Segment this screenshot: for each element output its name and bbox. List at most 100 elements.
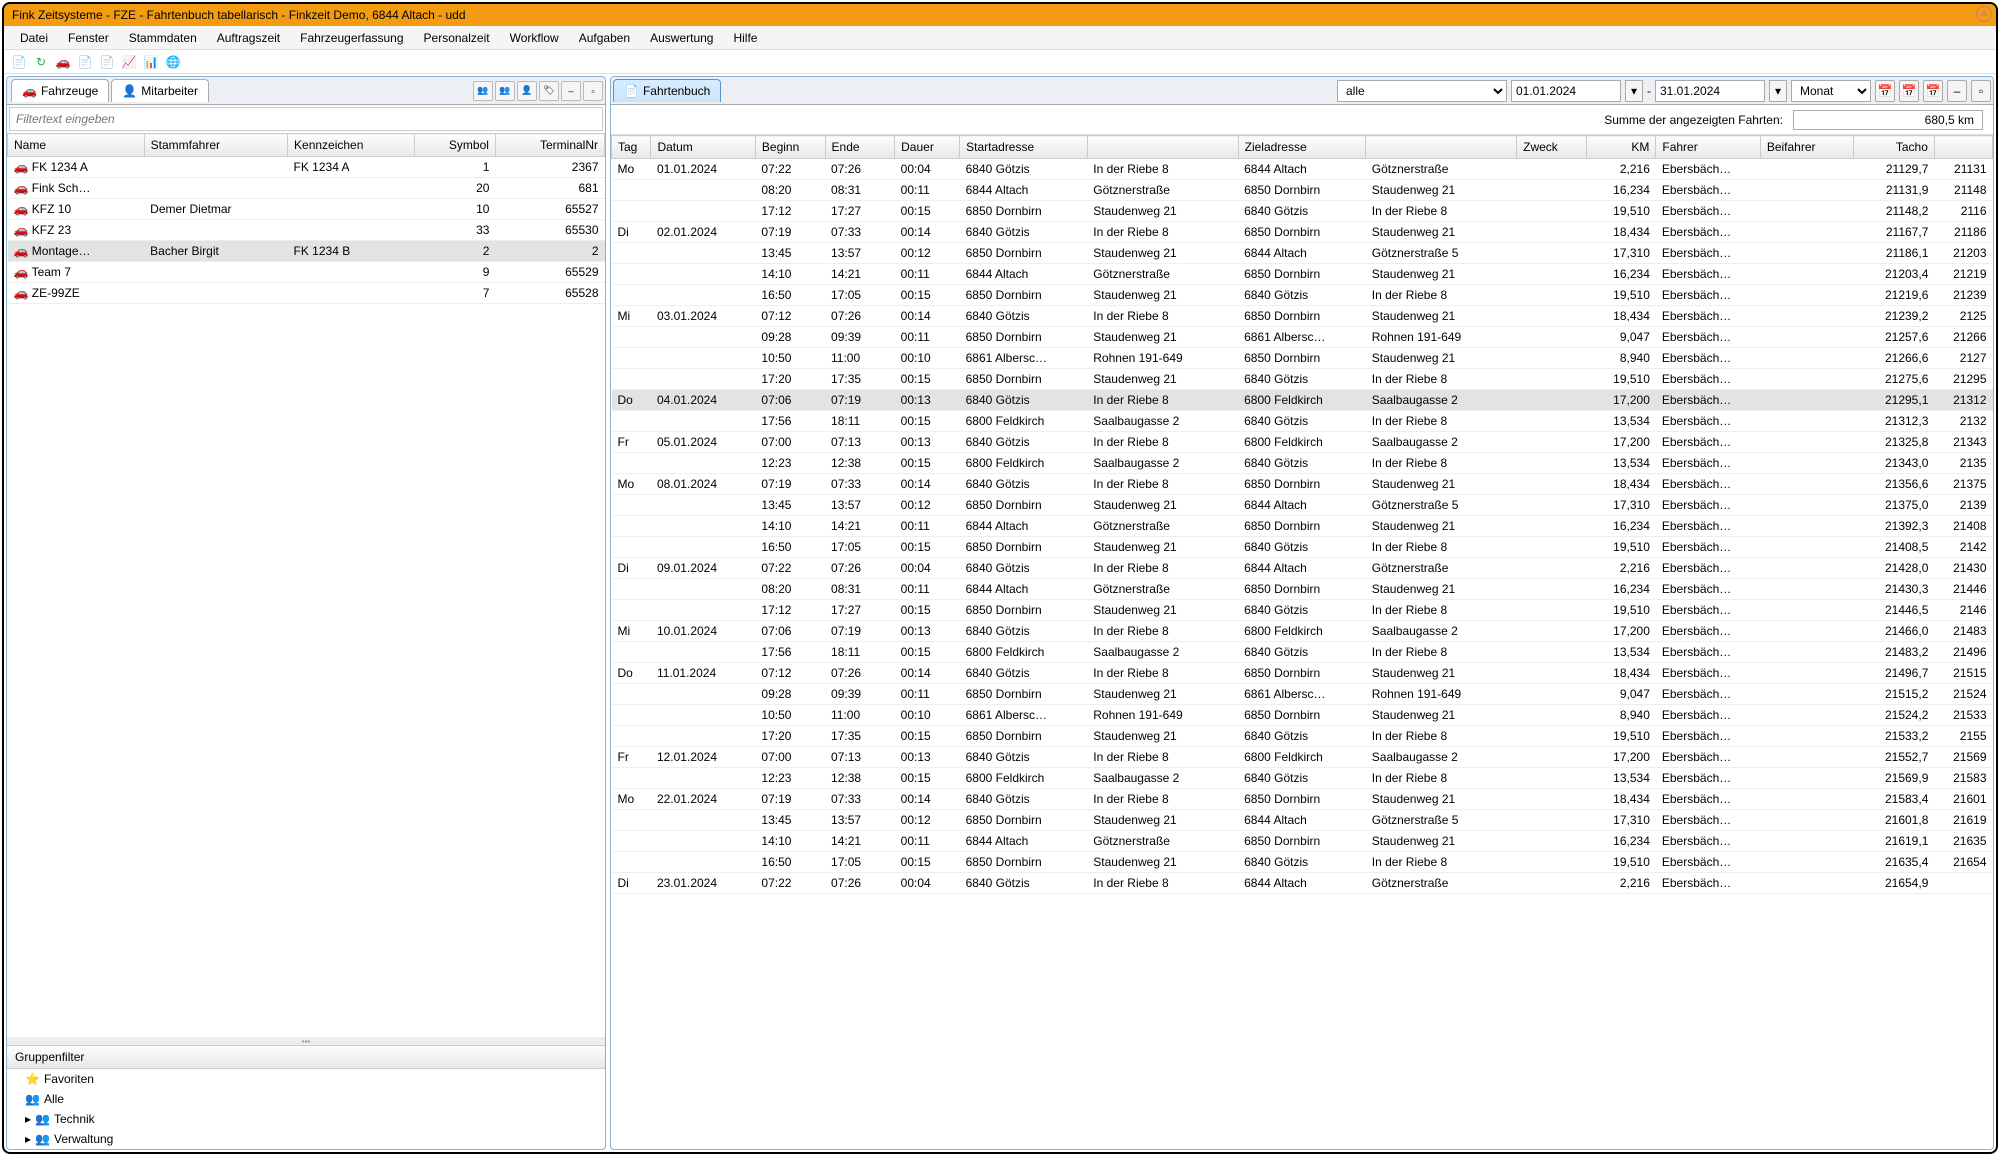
group-verwaltung[interactable]: ▸ 👥 Verwaltung xyxy=(7,1129,605,1149)
graph-icon[interactable]: 📈 xyxy=(120,53,138,71)
menu-auswertung[interactable]: Auswertung xyxy=(640,28,723,48)
trip-row[interactable]: 10:5011:0000:106861 Albersc…Rohnen 191-6… xyxy=(612,705,1993,726)
vehicle-row[interactable]: 🚗 FK 1234 AFK 1234 A12367 xyxy=(8,157,605,178)
menu-hilfe[interactable]: Hilfe xyxy=(723,28,767,48)
trip-col-0[interactable]: Tag xyxy=(612,136,651,159)
period-select[interactable]: Monat xyxy=(1791,80,1871,102)
trip-row[interactable]: 14:1014:2100:116844 AltachGötznerstraße6… xyxy=(612,831,1993,852)
col-Stammfahrer[interactable]: Stammfahrer xyxy=(144,134,287,157)
vehicle-row[interactable]: 🚗 Team 7965529 xyxy=(8,262,605,283)
trip-col-6[interactable] xyxy=(1087,136,1238,159)
vehicle-table[interactable]: NameStammfahrerKennzeichenSymbolTerminal… xyxy=(7,133,605,304)
date-to-down[interactable]: ▾ xyxy=(1769,80,1787,102)
trip-col-13[interactable]: Tacho xyxy=(1853,136,1934,159)
globe-icon[interactable]: 🌐 xyxy=(164,53,182,71)
col-TerminalNr[interactable]: TerminalNr xyxy=(495,134,604,157)
trip-row[interactable]: Do04.01.202407:0607:1900:136840 GötzisIn… xyxy=(612,390,1993,411)
trip-col-5[interactable]: Startadresse xyxy=(960,136,1088,159)
menu-fahrzeugerfassung[interactable]: Fahrzeugerfassung xyxy=(290,28,413,48)
menu-workflow[interactable]: Workflow xyxy=(500,28,569,48)
trip-col-12[interactable]: Beifahrer xyxy=(1760,136,1853,159)
date-from[interactable] xyxy=(1511,80,1621,102)
menu-fenster[interactable]: Fenster xyxy=(58,28,119,48)
btn-people1[interactable]: 👥 xyxy=(473,81,493,101)
trip-row[interactable]: Mo01.01.202407:2207:2600:046840 GötzisIn… xyxy=(612,159,1993,180)
trip-row[interactable]: 13:4513:5700:126850 DornbirnStaudenweg 2… xyxy=(612,495,1993,516)
group-favoriten[interactable]: ⭐ Favoriten xyxy=(7,1069,605,1089)
doc-icon[interactable]: 📄 xyxy=(76,53,94,71)
titlebar[interactable]: Fink Zeitsysteme - FZE - Fahrtenbuch tab… xyxy=(4,4,1996,26)
trip-col-11[interactable]: Fahrer xyxy=(1656,136,1760,159)
btn-people2[interactable]: 👥 xyxy=(495,81,515,101)
vehicle-row[interactable]: 🚗 KFZ 10Demer Dietmar1065527 xyxy=(8,199,605,220)
filter-input[interactable] xyxy=(9,107,603,131)
pdf-icon[interactable]: 📄 xyxy=(10,53,28,71)
trip-row[interactable]: 12:2312:3800:156800 FeldkirchSaalbaugass… xyxy=(612,453,1993,474)
trip-row[interactable]: 13:4513:5700:126850 DornbirnStaudenweg 2… xyxy=(612,810,1993,831)
trip-row[interactable]: 12:2312:3800:156800 FeldkirchSaalbaugass… xyxy=(612,768,1993,789)
trip-row[interactable]: 17:1217:2700:156850 DornbirnStaudenweg 2… xyxy=(612,201,1993,222)
cal-next-icon[interactable]: 📅 xyxy=(1923,80,1943,102)
vehicle-row[interactable]: 🚗 ZE-99ZE765528 xyxy=(8,283,605,304)
trip-col-14[interactable] xyxy=(1934,136,1992,159)
menu-auftragszeit[interactable]: Auftragszeit xyxy=(207,28,290,48)
trip-col-9[interactable]: Zweck xyxy=(1517,136,1587,159)
car-icon[interactable]: 🚗 xyxy=(54,53,72,71)
vehicle-row[interactable]: 🚗 KFZ 233365530 xyxy=(8,220,605,241)
expand-icon[interactable]: ▫ xyxy=(1971,80,1991,102)
trip-col-1[interactable]: Datum xyxy=(651,136,755,159)
btn-tag[interactable]: 🏷 xyxy=(539,81,559,101)
trip-col-4[interactable]: Dauer xyxy=(895,136,960,159)
bar-chart-icon[interactable]: 📊 xyxy=(142,53,160,71)
date-to[interactable] xyxy=(1655,80,1765,102)
vehicle-row[interactable]: 🚗 Fink Sch…20681 xyxy=(8,178,605,199)
trip-table[interactable]: TagDatumBeginnEndeDauerStartadresse Ziela… xyxy=(611,135,1993,894)
trip-row[interactable]: 17:1217:2700:156850 DornbirnStaudenweg 2… xyxy=(612,600,1993,621)
filter-select[interactable]: alle xyxy=(1337,80,1507,102)
refresh-icon[interactable]: ↻ xyxy=(32,53,50,71)
trip-row[interactable]: 17:2017:3500:156850 DornbirnStaudenweg 2… xyxy=(612,726,1993,747)
trip-row[interactable]: 16:5017:0500:156850 DornbirnStaudenweg 2… xyxy=(612,537,1993,558)
trip-row[interactable]: Mo22.01.202407:1907:3300:146840 GötzisIn… xyxy=(612,789,1993,810)
btn-person[interactable]: 👤 xyxy=(517,81,537,101)
col-Kennzeichen[interactable]: Kennzeichen xyxy=(288,134,415,157)
trip-row[interactable]: Mi03.01.202407:1207:2600:146840 GötzisIn… xyxy=(612,306,1993,327)
menu-stammdaten[interactable]: Stammdaten xyxy=(119,28,207,48)
trip-row[interactable]: 14:1014:2100:116844 AltachGötznerstraße6… xyxy=(612,516,1993,537)
btn-min[interactable]: – xyxy=(561,81,581,101)
trip-row[interactable]: 17:5618:1100:156800 FeldkirchSaalbaugass… xyxy=(612,411,1993,432)
vehicle-row[interactable]: 🚗 Montage…Bacher BirgitFK 1234 B22 xyxy=(8,241,605,262)
btn-max[interactable]: ▫ xyxy=(583,81,603,101)
trip-row[interactable]: Do11.01.202407:1207:2600:146840 GötzisIn… xyxy=(612,663,1993,684)
trip-col-3[interactable]: Ende xyxy=(825,136,895,159)
collapse-icon[interactable]: – xyxy=(1947,80,1967,102)
trip-col-7[interactable]: Zieladresse xyxy=(1238,136,1366,159)
cal-prev-icon[interactable]: 📅 xyxy=(1899,80,1919,102)
trip-row[interactable]: 08:2008:3100:116844 AltachGötznerstraße6… xyxy=(612,579,1993,600)
trip-row[interactable]: Mo08.01.202407:1907:3300:146840 GötzisIn… xyxy=(612,474,1993,495)
col-Name[interactable]: Name xyxy=(8,134,145,157)
menu-datei[interactable]: Datei xyxy=(10,28,58,48)
trip-col-10[interactable]: KM xyxy=(1586,136,1656,159)
trip-row[interactable]: Fr05.01.202407:0007:1300:136840 GötzisIn… xyxy=(612,432,1993,453)
close-icon[interactable]: ✕ xyxy=(1976,6,1992,22)
trip-row[interactable]: 17:5618:1100:156800 FeldkirchSaalbaugass… xyxy=(612,642,1993,663)
trip-col-2[interactable]: Beginn xyxy=(755,136,825,159)
trip-row[interactable]: 08:2008:3100:116844 AltachGötznerstraße6… xyxy=(612,180,1993,201)
trip-row[interactable]: 16:5017:0500:156850 DornbirnStaudenweg 2… xyxy=(612,285,1993,306)
trip-row[interactable]: Fr12.01.202407:0007:1300:136840 GötzisIn… xyxy=(612,747,1993,768)
menu-aufgaben[interactable]: Aufgaben xyxy=(569,28,640,48)
splitter[interactable]: ▪▪▪ xyxy=(7,1037,605,1045)
trip-row[interactable]: 16:5017:0500:156850 DornbirnStaudenweg 2… xyxy=(612,852,1993,873)
trip-row[interactable]: 09:2809:3900:116850 DornbirnStaudenweg 2… xyxy=(612,327,1993,348)
tab-fahrzeuge[interactable]: 🚗Fahrzeuge xyxy=(11,79,109,102)
trip-row[interactable]: 17:2017:3500:156850 DornbirnStaudenweg 2… xyxy=(612,369,1993,390)
menu-personalzeit[interactable]: Personalzeit xyxy=(414,28,500,48)
new-doc-icon[interactable]: 📄 xyxy=(98,53,116,71)
tab-fahrtenbuch[interactable]: 📄Fahrtenbuch xyxy=(613,79,721,102)
trip-row[interactable]: 13:4513:5700:126850 DornbirnStaudenweg 2… xyxy=(612,243,1993,264)
group-alle[interactable]: 👥 Alle xyxy=(7,1089,605,1109)
trip-row[interactable]: 09:2809:3900:116850 DornbirnStaudenweg 2… xyxy=(612,684,1993,705)
trip-row[interactable]: Di09.01.202407:2207:2600:046840 GötzisIn… xyxy=(612,558,1993,579)
trip-row[interactable]: Di23.01.202407:2207:2600:046840 GötzisIn… xyxy=(612,873,1993,894)
